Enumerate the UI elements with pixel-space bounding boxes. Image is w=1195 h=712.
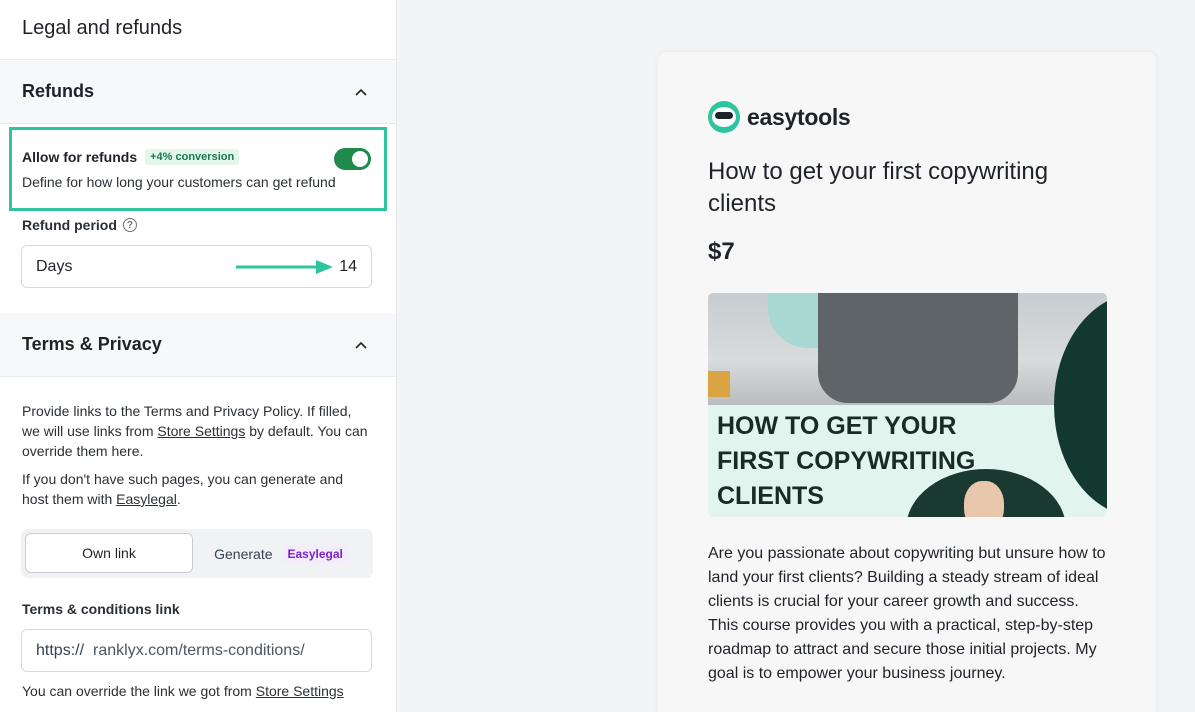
easylegal-intro-text: If you don't have such pages, you can ge… — [22, 469, 372, 509]
product-description: Are you passionate about copywriting but… — [708, 545, 1106, 682]
refunds-section-title: Refunds — [22, 81, 94, 101]
easylegal-badge: Easylegal — [282, 544, 348, 563]
easylegal-link[interactable]: Easylegal — [116, 491, 177, 507]
cover-line: HOW TO GET YOUR — [717, 412, 957, 440]
brand-name: easytools — [747, 103, 851, 130]
terms-intro-text: Provide links to the Terms and Privacy P… — [22, 401, 372, 461]
cover-line: FIRST COPYWRITING — [717, 447, 976, 475]
easylegal-intro-part: If you don't have such pages, you can ge… — [22, 471, 344, 507]
allow-refunds-toggle[interactable] — [334, 148, 371, 170]
refund-period-value: 14 — [339, 257, 357, 275]
terms-section-header[interactable]: Terms & Privacy — [0, 313, 396, 377]
override-hint: You can override the link we got from St… — [22, 681, 372, 701]
terms-conditions-label: Terms & conditions link — [22, 601, 180, 617]
allow-refunds-label: Allow for refunds — [22, 149, 138, 165]
arrow-right-icon — [236, 260, 333, 274]
refunds-section-header[interactable]: Refunds — [0, 60, 396, 124]
store-settings-link[interactable]: Store Settings — [157, 423, 245, 439]
allow-refunds-highlight: Allow for refunds +4% conversion Define … — [9, 127, 387, 211]
chevron-up-icon[interactable] — [354, 85, 368, 99]
cover-line: CLIENTS — [717, 482, 824, 510]
brand-logo: easytools — [708, 101, 851, 133]
terms-section-title: Terms & Privacy — [22, 334, 162, 354]
refund-period-label-text: Refund period — [22, 217, 117, 233]
product-preview-card: easytools How to get your first copywrit… — [658, 52, 1156, 712]
conversion-badge: +4% conversion — [145, 149, 240, 165]
store-settings-link[interactable]: Store Settings — [256, 683, 344, 699]
allow-refunds-description: Define for how long your customers can g… — [22, 174, 336, 190]
easylegal-intro-part: . — [176, 491, 181, 507]
toggle-knob — [352, 151, 368, 167]
cover-headline: HOW TO GET YOUR FIRST COPYWRITING CLIENT… — [717, 409, 975, 514]
product-title: How to get your first copywriting client… — [708, 158, 1049, 217]
product-cover-image: HOW TO GET YOUR FIRST COPYWRITING CLIENT… — [708, 293, 1107, 517]
override-hint-part: You can override the link we got from — [22, 683, 256, 699]
tab-generate-label: Generate — [214, 545, 273, 562]
url-value: ranklyx.com/terms-conditions/ — [93, 641, 305, 659]
link-source-switch: Own link Generate Easylegal — [21, 529, 373, 578]
refund-period-label: Refund period ? — [22, 217, 137, 233]
chevron-up-icon[interactable] — [354, 338, 368, 352]
tab-own-link[interactable]: Own link — [25, 533, 193, 573]
url-prefix: https:// — [36, 641, 85, 659]
sloth-logo-icon — [708, 101, 740, 133]
terms-conditions-url-input[interactable]: https:// ranklyx.com/terms-conditions/ — [21, 629, 372, 672]
refund-period-unit: Days — [36, 257, 73, 275]
help-icon[interactable]: ? — [122, 218, 137, 232]
settings-panel: Legal and refunds Refunds Allow for refu… — [0, 0, 397, 712]
product-price: $7 — [708, 238, 735, 265]
panel-title: Legal and refunds — [0, 0, 396, 60]
terms-section-wrapper: Terms & Privacy — [0, 313, 396, 377]
tab-generate[interactable]: Generate Easylegal — [193, 533, 369, 574]
